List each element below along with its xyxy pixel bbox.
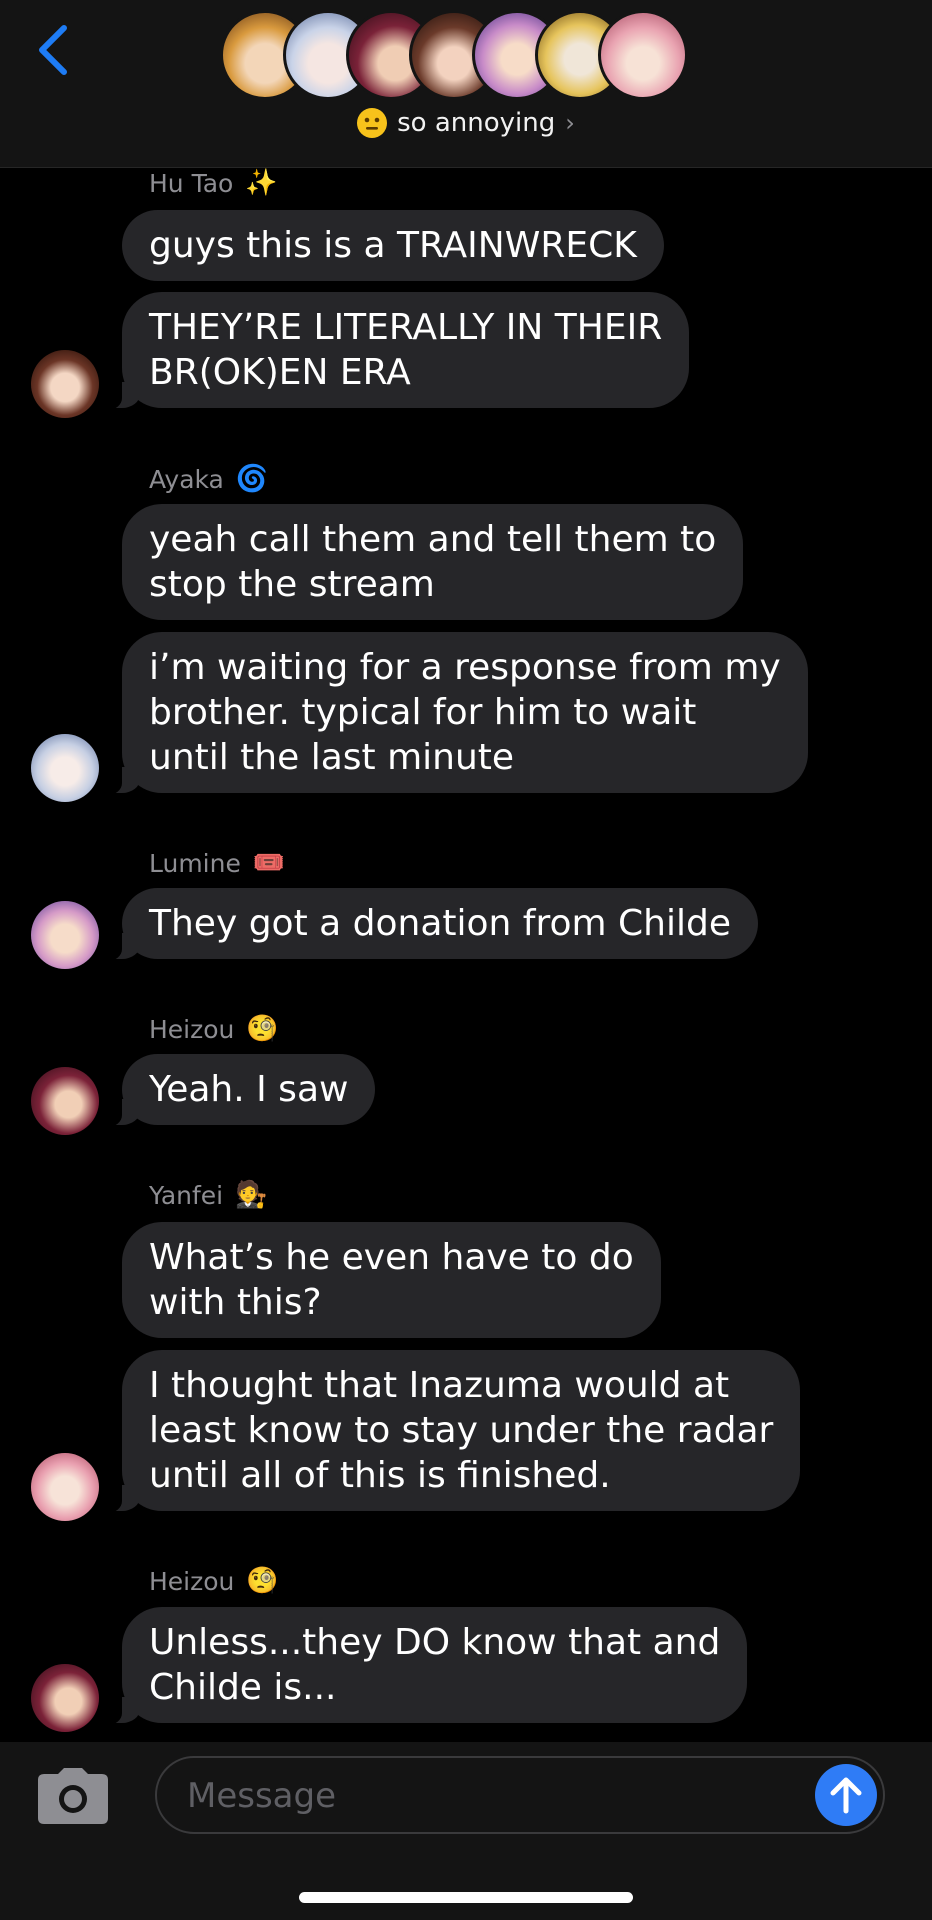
- group-title[interactable]: so annoying ›: [0, 108, 932, 138]
- message-bubble[interactable]: Unless...they DO know that and Childe is…: [95, 1607, 748, 1725]
- ticket-emoji-icon: 🎟️: [252, 848, 286, 878]
- sender-label: Heizou: [149, 1566, 235, 1596]
- message-bubble[interactable]: I thought that Inazuma would at least kn…: [95, 1350, 801, 1513]
- sender-label: Heizou: [149, 1014, 235, 1044]
- message-bubble[interactable]: i’m waiting for a response from my broth…: [96, 632, 808, 795]
- judge-emoji-icon: 🧑‍⚖️: [235, 1180, 268, 1210]
- ayaka-avatar[interactable]: [31, 734, 99, 802]
- lumine-avatar[interactable]: [31, 901, 99, 969]
- sender-name: Heizou 🧐: [149, 1012, 279, 1046]
- sender-label: Lumine: [149, 848, 241, 878]
- sparkles-emoji-icon: ✨: [245, 168, 278, 198]
- message-placeholder: Message: [187, 1776, 337, 1816]
- monocle-face-emoji-icon: 🧐: [246, 1014, 279, 1044]
- sender-name: Heizou 🧐: [149, 1564, 279, 1598]
- home-indicator[interactable]: [299, 1892, 633, 1903]
- message-bubble[interactable]: They got a donation from Childe: [96, 888, 758, 961]
- sender-label: Ayaka: [149, 464, 224, 494]
- message-bubble[interactable]: THEY’RE LITERALLY IN THEIR BR(OK)EN ERA: [95, 292, 690, 410]
- yanfei-avatar[interactable]: [31, 1453, 99, 1521]
- cyclone-emoji-icon: 🌀: [235, 464, 269, 494]
- heizou-avatar[interactable]: [31, 1664, 99, 1732]
- sender-label: Yanfei: [149, 1180, 224, 1210]
- message-bubble[interactable]: What’s he even have to do with this?: [122, 1222, 661, 1338]
- arrow-up-icon: [830, 1777, 862, 1814]
- monocle-face-emoji-icon: 🧐: [246, 1566, 279, 1596]
- conversation-header: so annoying ›: [0, 0, 932, 168]
- sender-name: Ayaka 🌀: [149, 462, 268, 496]
- group-avatars[interactable]: [220, 10, 720, 102]
- message-bubble[interactable]: Yeah. I saw: [95, 1054, 376, 1127]
- message-bubble[interactable]: yeah call them and tell them to stop the…: [122, 504, 744, 620]
- sender-label: Hu Tao: [149, 168, 234, 198]
- neutral-face-emoji-icon: [357, 108, 388, 138]
- back-chevron-icon[interactable]: [30, 20, 80, 80]
- sender-name: Hu Tao ✨: [149, 166, 278, 200]
- camera-icon[interactable]: [36, 1766, 110, 1826]
- group-name-label: so annoying: [397, 108, 556, 138]
- message-bubble[interactable]: guys this is a TRAINWRECK: [122, 210, 664, 281]
- send-button[interactable]: [815, 1764, 877, 1826]
- hu-tao-avatar[interactable]: [31, 350, 99, 418]
- sender-name: Yanfei 🧑‍⚖️: [149, 1178, 268, 1212]
- message-input[interactable]: Message: [155, 1756, 885, 1834]
- sender-name: Lumine 🎟️: [149, 846, 285, 880]
- chevron-right-icon: ›: [565, 109, 575, 137]
- member-avatar: [598, 10, 688, 100]
- heizou-avatar[interactable]: [31, 1067, 99, 1135]
